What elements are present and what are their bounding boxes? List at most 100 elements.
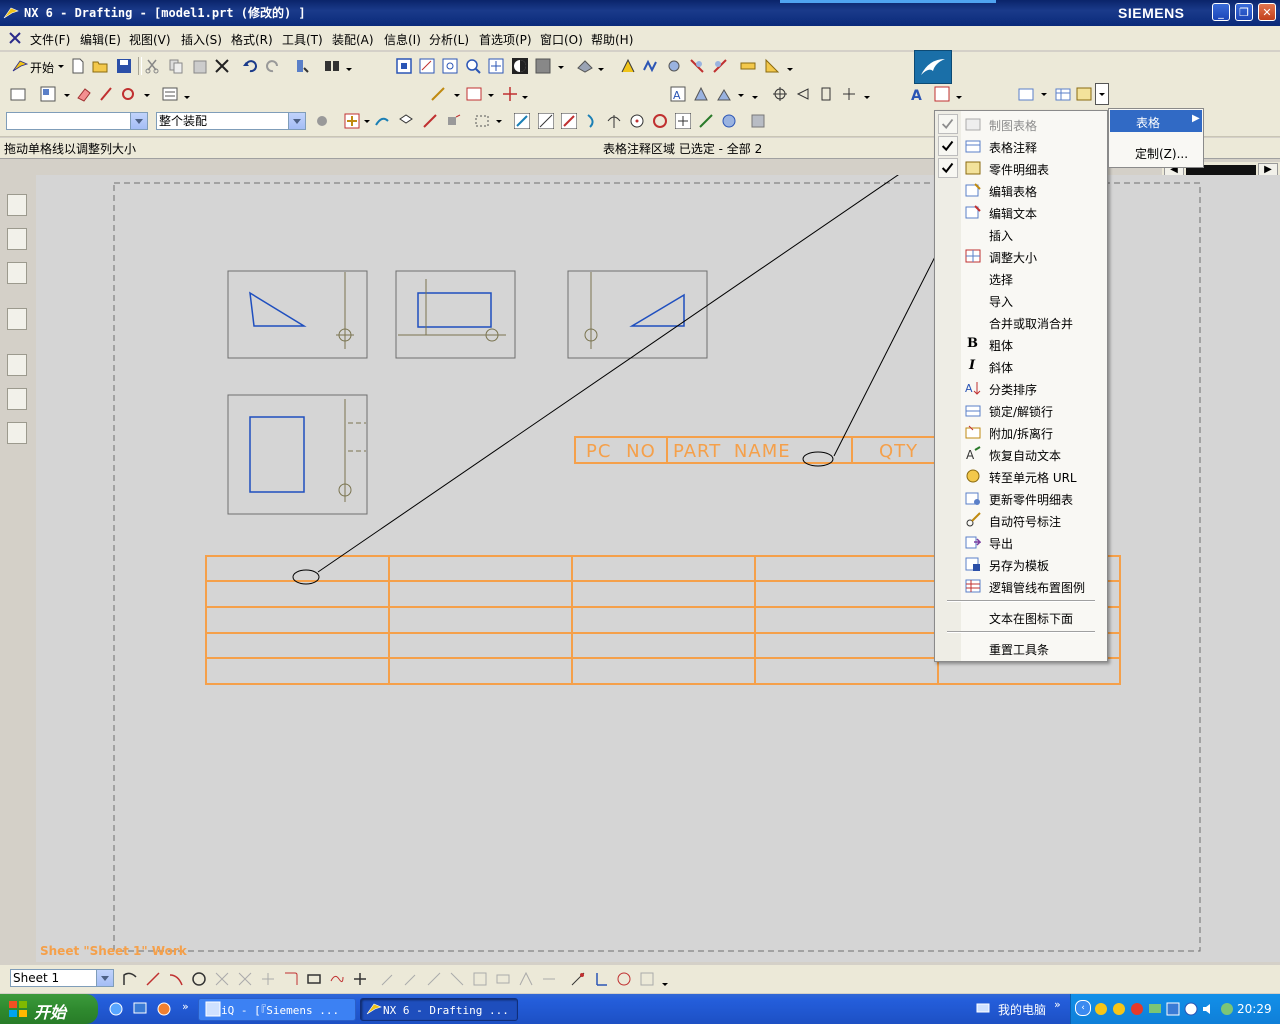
drawing-view-3[interactable] — [567, 270, 708, 359]
centerline-icon[interactable] — [502, 86, 518, 102]
snap-point-icon[interactable] — [675, 113, 691, 129]
analysis-icon[interactable] — [620, 58, 636, 74]
menu-help[interactable]: 帮助(H) — [591, 31, 633, 48]
menu-edit[interactable]: 编辑(E) — [80, 31, 121, 48]
select-feature-dropdown-icon[interactable] — [364, 120, 370, 123]
sheet-selector-combo[interactable]: Sheet 1 — [10, 969, 114, 987]
point-icon[interactable] — [352, 971, 368, 987]
part-navigator-icon[interactable] — [7, 228, 27, 250]
menu-item-lock-row[interactable]: 锁定/解锁行 — [989, 403, 1053, 420]
menu-assembly[interactable]: 装配(A) — [332, 31, 374, 48]
tray-network-icon[interactable] — [1147, 1001, 1163, 1017]
submenu-item-customize[interactable]: 定制(Z)... — [1135, 145, 1188, 162]
fcf-icon[interactable] — [693, 86, 709, 102]
web-browser-icon[interactable] — [7, 308, 27, 330]
rectangle-icon[interactable] — [306, 971, 322, 987]
taskbar-item-iq[interactable]: iQ - [『Siemens ... — [198, 998, 356, 1021]
annotation-dropdown-icon[interactable] — [184, 96, 190, 99]
quicklaunch-desktop-icon[interactable] — [132, 1001, 148, 1017]
menu-item-auto-balloon[interactable]: 自动符号标注 — [989, 513, 1061, 530]
roles-icon[interactable] — [7, 422, 27, 444]
datum2-dropdown-icon[interactable] — [752, 96, 758, 99]
select-curve-icon[interactable] — [374, 113, 390, 129]
datum-dropdown-icon[interactable] — [738, 94, 744, 97]
drawing-sheet-icon[interactable] — [10, 86, 26, 102]
start-button[interactable]: 开始 — [30, 59, 54, 76]
view-dropdown-icon[interactable] — [64, 94, 70, 97]
select-feature-icon[interactable] — [344, 113, 360, 129]
select-rectangle-icon[interactable] — [474, 113, 490, 129]
check-box-drafting-table[interactable] — [938, 114, 958, 134]
menu-tools[interactable]: 工具(T) — [282, 31, 323, 48]
check-box-parts-list[interactable] — [938, 158, 958, 178]
menu-item-resize[interactable]: 调整大小 — [989, 249, 1037, 266]
history-icon[interactable] — [7, 354, 27, 376]
toolbar-more-icon[interactable]: » — [1054, 998, 1061, 1011]
shading-icon[interactable] — [512, 58, 528, 74]
make-corner-icon[interactable] — [518, 971, 534, 987]
reset-snap-icon[interactable] — [750, 113, 766, 129]
minimize-button[interactable]: _ — [1212, 3, 1230, 21]
menu-item-legend[interactable]: 逻辑管线布置图例 — [989, 579, 1085, 596]
menu-insert[interactable]: 插入(S) — [181, 31, 222, 48]
pan-icon[interactable] — [488, 58, 504, 74]
start-menu-button[interactable]: 开始 — [0, 994, 98, 1024]
type-filter-combo[interactable] — [6, 112, 148, 130]
snap-control-icon[interactable] — [561, 113, 577, 129]
find-dropdown-icon[interactable] — [346, 68, 352, 71]
corner-icon[interactable] — [283, 971, 299, 987]
select-method-dropdown-icon[interactable] — [496, 120, 502, 123]
select-component-icon[interactable] — [446, 113, 462, 129]
delete-icon[interactable] — [214, 58, 230, 74]
table-edit-dropdown-icon[interactable] — [956, 96, 962, 99]
menu-analysis[interactable]: 分析(L) — [429, 31, 469, 48]
trim-icon[interactable] — [472, 971, 488, 987]
tray-update-icon[interactable] — [1219, 1001, 1235, 1017]
measure-angle-icon[interactable] — [764, 58, 780, 74]
quicklaunch-more-icon[interactable]: » — [182, 1000, 189, 1013]
menu-item-import[interactable]: 导入 — [989, 293, 1013, 310]
table-edit-icon[interactable] — [934, 86, 950, 102]
menu-format[interactable]: 格式(R) — [231, 31, 273, 48]
wave-icon[interactable] — [643, 58, 659, 74]
snap-intersect-icon[interactable] — [606, 113, 622, 129]
section-line-icon[interactable] — [466, 86, 482, 102]
fit-view-icon[interactable] — [396, 58, 412, 74]
text-style-icon[interactable]: A — [910, 86, 926, 102]
quicklaunch-media-icon[interactable] — [156, 1001, 172, 1017]
my-computer-label[interactable]: 我的电脑 — [998, 1001, 1046, 1018]
check-box-tabular-note[interactable] — [938, 136, 958, 156]
offset-curve-icon[interactable] — [380, 971, 396, 987]
tray-security-icon[interactable] — [1165, 1001, 1181, 1017]
my-computer-icon[interactable] — [975, 1001, 991, 1017]
filter-icon[interactable] — [666, 58, 682, 74]
line-icon[interactable] — [145, 971, 161, 987]
studio-spline-icon[interactable] — [329, 971, 345, 987]
snap-midpoint-icon[interactable] — [538, 113, 554, 129]
zoom-window-icon[interactable] — [419, 58, 435, 74]
tabular-note-toolbar-icon[interactable] — [1018, 86, 1034, 102]
menu-item-attach-row[interactable]: 附加/拆离行 — [989, 425, 1053, 442]
new-file-icon[interactable] — [70, 58, 86, 74]
eraser-icon[interactable] — [76, 86, 92, 102]
sketch-tools-dropdown-icon[interactable] — [662, 983, 668, 986]
chamfer-icon[interactable] — [237, 971, 253, 987]
menu-item-bold[interactable]: 粗体 — [989, 337, 1013, 354]
menu-item-edit-text[interactable]: 编辑文本 — [989, 205, 1037, 222]
snap-quadrant-icon[interactable] — [652, 113, 668, 129]
target-point-icon[interactable] — [772, 86, 788, 102]
dimension-icon[interactable] — [430, 86, 446, 102]
drawing-view-4[interactable] — [227, 394, 368, 515]
view-orient-dropdown-icon[interactable] — [598, 68, 604, 71]
clip-icon[interactable] — [98, 86, 114, 102]
menu-view[interactable]: 视图(V) — [129, 31, 171, 48]
system-materials-icon[interactable] — [7, 388, 27, 410]
quicklaunch-ie-icon[interactable] — [108, 1001, 124, 1017]
close-button[interactable]: ✕ — [1258, 3, 1276, 21]
drawing-view-1[interactable] — [227, 270, 368, 359]
open-folder-icon[interactable] — [92, 58, 108, 74]
symbol-icon[interactable] — [795, 86, 811, 102]
cut-icon[interactable] — [144, 58, 160, 74]
filter-settings-icon[interactable] — [314, 113, 330, 129]
update-views-icon[interactable] — [120, 86, 136, 102]
